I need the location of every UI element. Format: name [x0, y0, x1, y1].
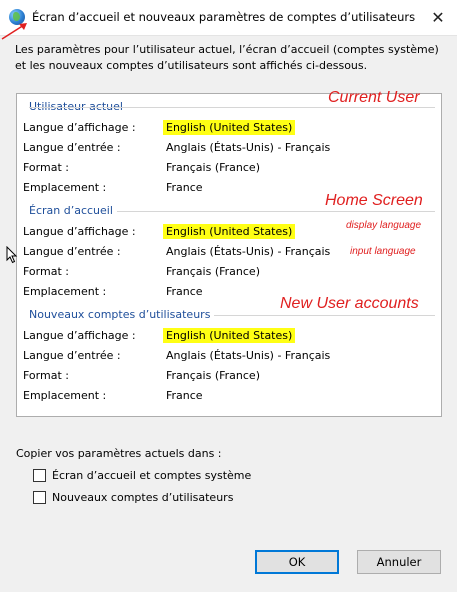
cancel-button[interactable]: Annuler — [357, 550, 441, 574]
location-value: France — [166, 285, 203, 298]
format-label: Format : — [23, 161, 69, 174]
format-label: Format : — [23, 369, 69, 382]
format-label: Format : — [23, 265, 69, 278]
display-language-label: Langue d’affichage : — [23, 225, 136, 238]
annotation-input-language: input language — [350, 246, 416, 257]
checkbox-label: Écran d’accueil et comptes système — [52, 469, 252, 482]
display-language-value: English (United States) — [163, 120, 296, 135]
format-value: Français (France) — [166, 161, 260, 174]
annotation-new-user-accounts: New User accounts — [280, 295, 419, 312]
display-language-label: Langue d’affichage : — [23, 329, 136, 342]
annotation-home-screen: Home Screen — [325, 192, 423, 209]
copy-settings-label: Copier vos paramètres actuels dans : — [16, 447, 222, 460]
checkbox[interactable] — [33, 491, 46, 504]
checkbox-label: Nouveaux comptes d’utilisateurs — [52, 491, 234, 504]
input-language-label: Langue d’entrée : — [23, 349, 121, 362]
annotation-display-language: display language — [346, 220, 422, 231]
display-language-label: Langue d’affichage : — [23, 121, 136, 134]
format-value: Français (France) — [166, 265, 260, 278]
section-divider — [29, 107, 435, 108]
display-language-value: English (United States) — [163, 224, 296, 239]
location-label: Emplacement : — [23, 181, 107, 194]
annotation-current-user: Current User — [328, 89, 420, 106]
checkbox[interactable] — [33, 469, 46, 482]
location-label: Emplacement : — [23, 285, 107, 298]
title-bar: Écran d’accueil et nouveaux paramètres d… — [0, 0, 457, 36]
input-language-value: Anglais (États-Unis) - Français — [166, 349, 331, 362]
section-title-new-user-accounts: Nouveaux comptes d’utilisateurs — [29, 308, 215, 321]
description-text: Les paramètres pour l’utilisateur actuel… — [15, 43, 439, 72]
location-label: Emplacement : — [23, 389, 107, 402]
display-language-value: English (United States) — [163, 328, 296, 343]
copy-to-welcome-screen-option[interactable]: Écran d’accueil et comptes système — [33, 469, 251, 482]
input-language-label: Langue d’entrée : — [23, 245, 121, 258]
input-language-label: Langue d’entrée : — [23, 141, 121, 154]
format-value: Français (France) — [166, 369, 260, 382]
window-title: Écran d’accueil et nouveaux paramètres d… — [32, 10, 416, 24]
input-language-value: Anglais (États-Unis) - Français — [166, 141, 331, 154]
location-value: France — [166, 181, 203, 194]
copy-to-new-accounts-option[interactable]: Nouveaux comptes d’utilisateurs — [33, 491, 233, 504]
location-value: France — [166, 389, 203, 402]
mouse-cursor-icon — [6, 246, 18, 264]
section-title-home-screen: Écran d’accueil — [29, 204, 117, 217]
ok-button[interactable]: OK — [255, 550, 339, 574]
close-button[interactable]: ✕ — [419, 0, 457, 35]
input-language-value: Anglais (États-Unis) - Français — [166, 245, 331, 258]
red-arrow-icon — [1, 23, 27, 40]
